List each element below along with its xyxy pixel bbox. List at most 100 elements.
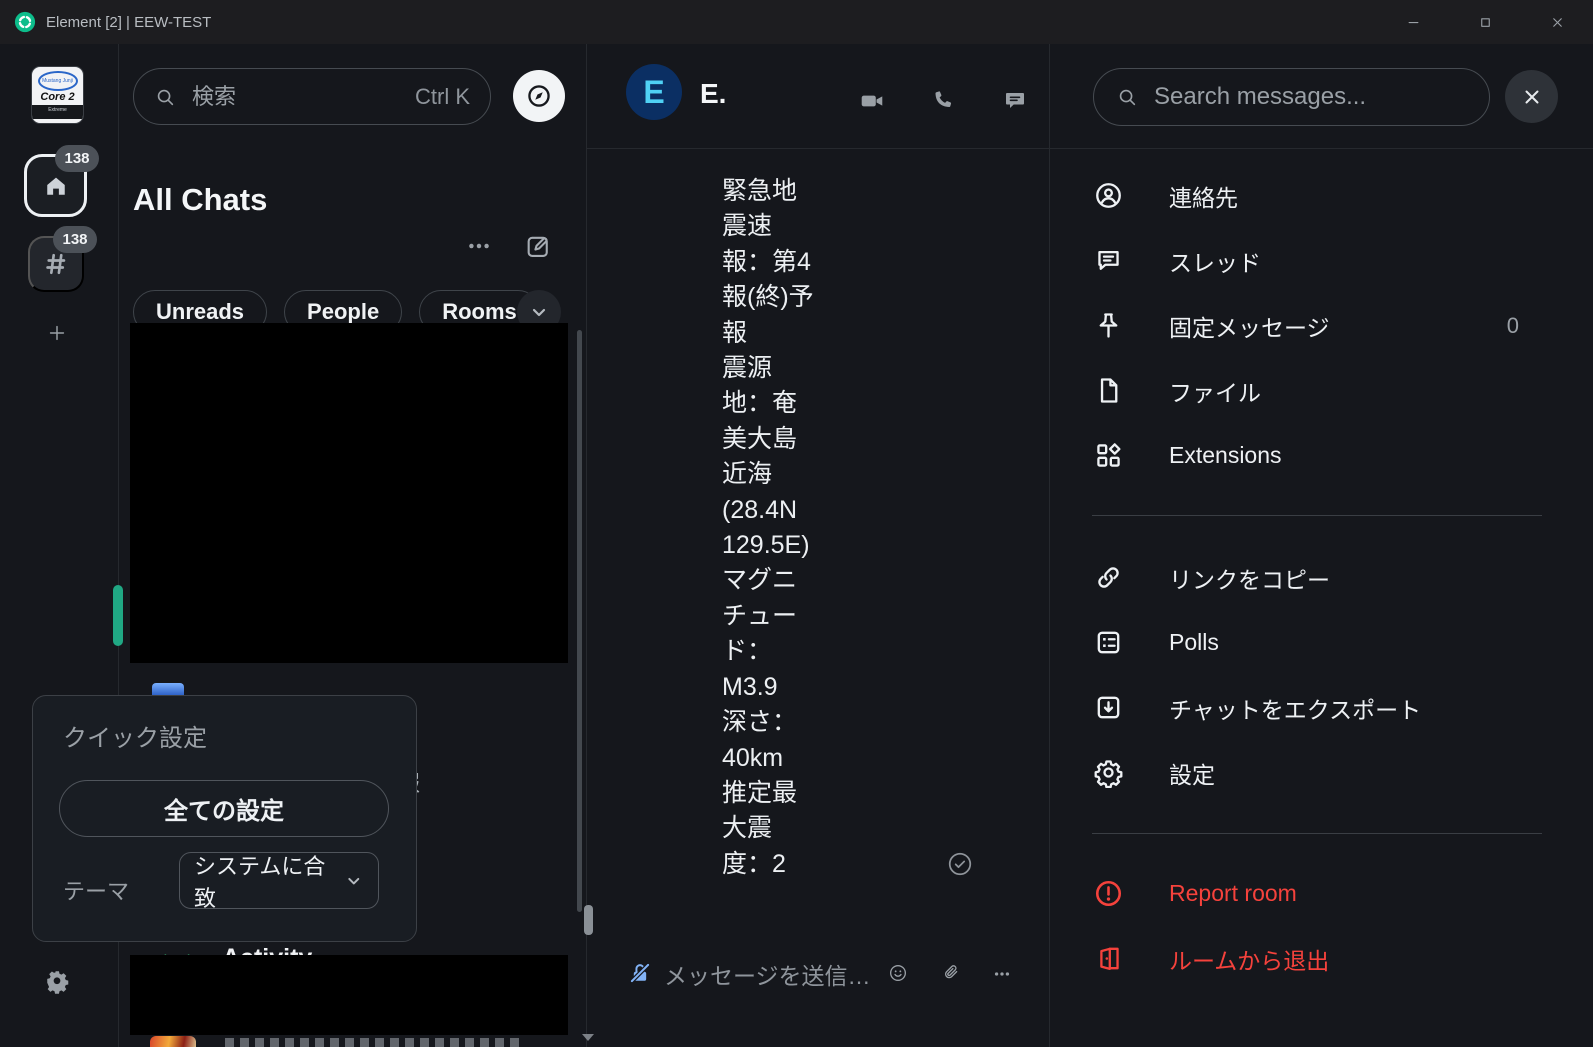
emoji-icon xyxy=(889,964,907,982)
quick-settings-popup: クイック設定 全ての設定 テーマ システムに合致 xyxy=(32,695,417,942)
room-search-box[interactable]: Ctrl K xyxy=(133,68,491,125)
menu-files[interactable]: ファイル xyxy=(1075,358,1525,423)
message-line: 40km xyxy=(722,743,784,772)
room-avatar-letter: E xyxy=(643,73,665,110)
element-app-window: Element [2] | EEW-TEST Mustang Junji Cor… xyxy=(0,0,1593,1047)
alert-icon xyxy=(1093,878,1124,909)
room-list-more-button[interactable] xyxy=(459,226,499,266)
video-call-button[interactable] xyxy=(853,82,891,120)
hidden-room-avatar xyxy=(152,683,184,695)
person-icon xyxy=(1093,180,1124,211)
menu-report-room[interactable]: Report room xyxy=(1075,861,1525,926)
chevron-down-icon xyxy=(532,308,546,317)
all-settings-button[interactable]: 全ての設定 xyxy=(59,780,389,837)
room-avatar[interactable]: E xyxy=(626,64,682,120)
message-line: 近海 xyxy=(722,460,773,489)
divider xyxy=(586,148,1049,149)
message-line: 美大島 xyxy=(722,424,798,453)
menu-item-label: 固定メッセージ xyxy=(1169,314,1330,341)
minimize-button[interactable] xyxy=(1377,0,1449,44)
home-unread-badge: 138 xyxy=(55,145,99,172)
menu-leave-room[interactable]: ルームから退出 xyxy=(1075,926,1525,991)
window-controls xyxy=(1377,0,1593,44)
chat-bubble-icon xyxy=(1006,93,1024,108)
user-avatar[interactable]: Mustang Junji Core 2 Extreme xyxy=(31,66,84,124)
chevron-down-icon xyxy=(344,871,364,891)
menu-item-label: 連絡先 xyxy=(1169,184,1238,211)
room-avatar-clipped xyxy=(150,1036,196,1047)
message-body: 緊急地 震速 報：第4 報(終)予報震源 地：奄 美大島 近海 (28.4N 129.5E) マグ… xyxy=(722,174,814,882)
message-line: ド： xyxy=(722,637,773,666)
room-list-scrollbar[interactable] xyxy=(577,330,582,912)
menu-item-label: Report room xyxy=(1169,880,1297,906)
divider xyxy=(1092,515,1542,516)
extensions-icon xyxy=(1093,440,1124,471)
leave-icon xyxy=(1093,943,1124,974)
room-name[interactable]: E. xyxy=(700,78,726,110)
space-rooms-button[interactable]: 138 xyxy=(28,226,97,292)
emoji-button[interactable] xyxy=(882,957,914,989)
menu-item-label: 設定 xyxy=(1169,761,1215,788)
compose-icon xyxy=(527,236,548,257)
export-icon xyxy=(1093,692,1124,723)
settings-gear-button[interactable] xyxy=(38,962,76,1000)
menu-contacts[interactable]: 連絡先 xyxy=(1075,163,1525,228)
voice-call-button[interactable] xyxy=(924,82,960,118)
room-search-input[interactable] xyxy=(190,82,415,111)
explore-rooms-button[interactable] xyxy=(513,70,565,122)
more-options-button[interactable] xyxy=(986,958,1018,990)
scroll-down-arrow[interactable] xyxy=(580,1030,596,1044)
menu-threads[interactable]: スレッド xyxy=(1075,228,1525,293)
search-icon xyxy=(1116,86,1138,108)
menu-pinned[interactable]: 固定メッセージ 0 xyxy=(1075,293,1525,358)
theme-dropdown[interactable]: システムに合致 xyxy=(179,852,379,911)
home-icon xyxy=(46,177,65,195)
message-line: 震速 xyxy=(722,212,773,241)
maximize-button[interactable] xyxy=(1449,0,1521,44)
avatar-top-text: Mustang Junji xyxy=(37,71,78,91)
unread-indicator xyxy=(113,585,123,646)
menu-item-label: Polls xyxy=(1169,629,1219,655)
room-list-scrollbar-thumb[interactable] xyxy=(584,905,593,935)
threads-icon xyxy=(1093,245,1124,276)
message-line: (28.4N xyxy=(722,495,798,524)
count-badge: 0 xyxy=(1506,312,1519,338)
room-info-menu-group-1: 連絡先スレッド固定メッセージ 0 ファイル Extensions xyxy=(1075,163,1525,488)
link-icon xyxy=(1093,562,1124,593)
close-panel-button[interactable] xyxy=(1505,70,1558,123)
message-line: 緊急地 xyxy=(722,177,798,205)
message-line: 報(終)予 xyxy=(722,283,814,312)
menu-export-chat[interactable]: チャットをエクスポート xyxy=(1075,675,1525,740)
divider xyxy=(1049,148,1593,149)
add-space-button[interactable] xyxy=(40,316,74,350)
file-icon xyxy=(1093,375,1124,406)
room-preview-clipped xyxy=(225,1038,525,1047)
menu-polls[interactable]: Polls xyxy=(1075,610,1525,675)
menu-copy-link[interactable]: リンクをコピー xyxy=(1075,545,1525,610)
threads-header-button[interactable] xyxy=(997,82,1033,118)
space-home-button[interactable]: 138 xyxy=(24,145,99,217)
attachment-button[interactable] xyxy=(936,957,966,987)
hash-icon xyxy=(46,253,66,275)
menu-extensions[interactable]: Extensions xyxy=(1075,423,1525,488)
ellipsis-icon xyxy=(469,243,489,249)
message-search-box[interactable] xyxy=(1093,68,1490,126)
message-line: 地：奄 xyxy=(722,389,798,418)
element-logo-icon xyxy=(14,11,36,33)
avatar-middle-text: Core 2 xyxy=(40,91,75,103)
room-info-menu-group-danger: Report room ルームから退出 xyxy=(1075,861,1525,991)
menu-settings[interactable]: 設定 xyxy=(1075,740,1525,805)
message-composer-input[interactable] xyxy=(662,962,874,991)
message-line: 129.5E) xyxy=(722,531,810,560)
search-icon xyxy=(154,86,176,108)
compose-button[interactable] xyxy=(518,226,558,266)
theme-label: テーマ xyxy=(63,879,130,904)
message-search-input[interactable] xyxy=(1152,82,1467,112)
close-window-button[interactable] xyxy=(1521,0,1593,44)
rooms-unread-badge: 138 xyxy=(53,226,97,253)
close-icon xyxy=(1525,90,1538,103)
message-line: 深さ： xyxy=(722,708,798,737)
menu-item-label: ルームから退出 xyxy=(1169,947,1330,974)
plus-icon xyxy=(49,325,65,341)
polls-icon xyxy=(1093,627,1124,658)
